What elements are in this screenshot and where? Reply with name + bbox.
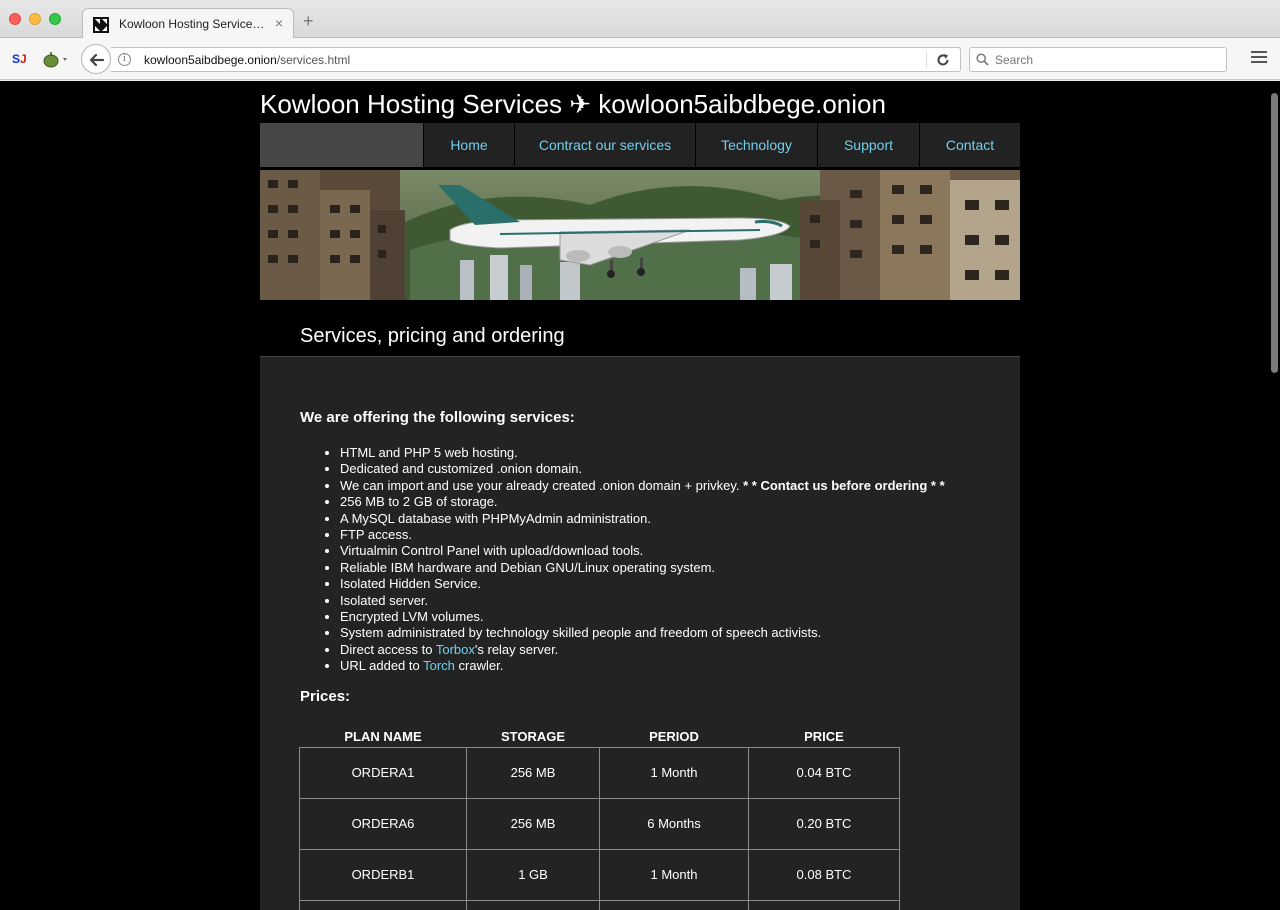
reload-icon[interactable] <box>935 52 951 68</box>
extension-icon[interactable]: SJ <box>12 51 30 67</box>
extension-label-a: S <box>12 52 21 66</box>
column-header-price: PRICE <box>804 729 844 745</box>
address-bar[interactable]: i kowloon5aibdbege.onion/services.html <box>111 47 961 72</box>
table-row <box>299 899 900 910</box>
cell-empty <box>599 899 749 910</box>
site-favicon-icon <box>93 17 109 33</box>
cell-period: 1 Month <box>599 746 749 799</box>
onion-icon[interactable] <box>42 50 70 68</box>
list-item-text: URL added to <box>340 658 424 674</box>
list-item: System administrated by technology skill… <box>340 625 945 641</box>
search-bar[interactable]: Search <box>969 47 1227 72</box>
list-item: 256 MB to 2 GB of storage. <box>340 494 945 510</box>
scrollbar-thumb[interactable] <box>1271 93 1278 373</box>
cell-price: 0.08 BTC <box>748 848 900 901</box>
table-header-row: PLAN NAME STORAGE PERIOD PRICE <box>300 727 900 747</box>
url-path: /services.html <box>276 53 351 67</box>
browser-toolbar: SJ i kowloon5aibdbege.onion/services.htm… <box>0 38 1280 80</box>
list-item: Direct access to Torbox's relay server. <box>340 642 945 658</box>
tab-close-icon[interactable]: × <box>275 16 283 30</box>
list-item-text: Direct access to <box>340 641 436 657</box>
cell-price: 0.04 BTC <box>748 746 900 799</box>
banner-image <box>260 170 1020 300</box>
back-button[interactable] <box>81 44 111 74</box>
table-row: ORDERA6 256 MB 6 Months 0.20 BTC <box>299 797 900 850</box>
list-item-text: We can import and use your already creat… <box>340 477 740 493</box>
url-host: kowloon5aibdbege.onion <box>144 53 277 67</box>
list-item: URL added to Torch crawler. <box>340 658 945 674</box>
section-title: Services, pricing and ordering <box>300 325 565 347</box>
table-row: ORDERB1 1 GB 1 Month 0.08 BTC <box>299 848 900 901</box>
nav-contact[interactable]: Contact <box>919 123 1020 167</box>
list-item: Encrypted LVM volumes. <box>340 609 945 625</box>
cell-price: 0.20 BTC <box>748 797 900 850</box>
cell-empty <box>748 899 900 910</box>
url-text: kowloon5aibdbege.onion/services.html <box>144 53 350 67</box>
contact-note: * * Contact us before ordering * * <box>743 477 945 493</box>
torch-link[interactable]: Torch <box>423 658 455 673</box>
page-viewport: Kowloon Hosting Services ✈ kowloon5aibdb… <box>0 81 1280 910</box>
info-icon[interactable]: i <box>118 53 131 66</box>
search-icon <box>976 53 989 66</box>
window-maximize-button[interactable] <box>49 13 61 25</box>
cell-empty <box>299 899 467 910</box>
list-item: Virtualmin Control Panel with upload/dow… <box>340 543 945 559</box>
window-titlebar: Kowloon Hosting Services ✈ kowloon5aibdb… <box>0 0 1280 39</box>
cell-plan: ORDERB1 <box>299 848 467 901</box>
cell-plan: ORDERA1 <box>299 746 467 799</box>
cell-storage: 256 MB <box>466 797 600 850</box>
list-item: HTML and PHP 5 web hosting. <box>340 445 945 461</box>
column-header-period: PERIOD <box>649 729 699 745</box>
arrow-left-icon <box>89 53 105 67</box>
cell-storage: 1 GB <box>466 848 600 901</box>
window-close-button[interactable] <box>9 13 21 25</box>
cell-empty <box>466 899 600 910</box>
cell-storage: 256 MB <box>466 746 600 799</box>
prices-heading: Prices: <box>300 688 351 705</box>
new-tab-icon[interactable]: + <box>303 12 314 30</box>
list-item: Dedicated and customized .onion domain. <box>340 461 945 477</box>
list-item: We can import and use your already creat… <box>340 478 945 494</box>
url-separator <box>926 51 927 68</box>
list-item: Isolated server. <box>340 593 945 609</box>
site-navigation: Home Contract our services Technology Su… <box>260 123 1020 167</box>
nav-technology[interactable]: Technology <box>695 123 817 167</box>
cell-plan: ORDERA6 <box>299 797 467 850</box>
services-list: HTML and PHP 5 web hosting. Dedicated an… <box>340 445 945 675</box>
table-row: ORDERA1 256 MB 1 Month 0.04 BTC <box>299 746 900 799</box>
list-item-text: 's relay server. <box>474 641 559 657</box>
cell-period: 1 Month <box>599 848 749 901</box>
column-header-storage: STORAGE <box>500 729 566 745</box>
services-heading: We are offering the following services: <box>300 409 575 426</box>
column-header-plan: PLAN NAME <box>344 729 422 745</box>
search-placeholder: Search <box>995 53 1034 67</box>
list-item: A MySQL database with PHPMyAdmin adminis… <box>340 511 945 527</box>
content-panel: We are offering the following services: … <box>260 356 1020 910</box>
torbox-link[interactable]: Torbox <box>436 642 475 657</box>
hamburger-menu-icon[interactable] <box>1251 51 1267 65</box>
nav-home[interactable]: Home <box>423 123 514 167</box>
cell-period: 6 Months <box>599 797 749 850</box>
browser-tab-active[interactable]: Kowloon Hosting Services ✈ kowloon5aibdb… <box>82 8 294 39</box>
prices-table: PLAN NAME STORAGE PERIOD PRICE ORDERA1 2… <box>299 727 900 910</box>
tab-title: Kowloon Hosting Services ✈ kowloon5aibdb… <box>119 17 267 31</box>
list-item: FTP access. <box>340 527 945 543</box>
window-minimize-button[interactable] <box>29 13 41 25</box>
nav-support[interactable]: Support <box>817 123 919 167</box>
nav-contract-services[interactable]: Contract our services <box>514 123 695 167</box>
nav-spacer <box>260 123 423 167</box>
list-item-text: crawler. <box>454 658 504 674</box>
list-item: Reliable IBM hardware and Debian GNU/Lin… <box>340 560 945 576</box>
site-title: Kowloon Hosting Services ✈ kowloon5aibdb… <box>260 89 886 119</box>
list-item: Isolated Hidden Service. <box>340 576 945 592</box>
extension-label-b: J <box>20 52 27 66</box>
